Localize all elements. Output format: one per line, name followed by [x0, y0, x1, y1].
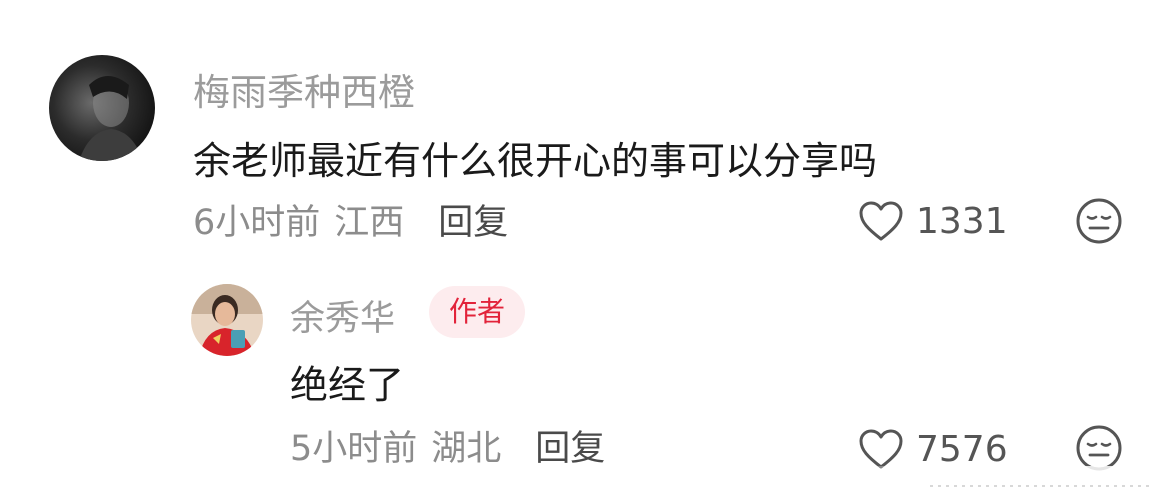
comment-text: 绝经了	[290, 363, 405, 407]
neutral-face-icon[interactable]	[1075, 424, 1123, 472]
avatar[interactable]	[191, 284, 263, 356]
comment-meta: 6小时前 江西 回复	[193, 194, 508, 245]
heart-outline-icon	[859, 201, 903, 241]
location: 湖北	[431, 428, 502, 469]
username[interactable]: 余秀华	[290, 290, 395, 341]
avatar-image	[49, 55, 155, 161]
like-count: 7576	[916, 428, 1008, 470]
comment-text: 余老师最近有什么很开心的事可以分享吗	[193, 139, 878, 183]
reply-button[interactable]: 回复	[438, 194, 508, 245]
like-button[interactable]: 7576	[858, 424, 1008, 474]
reply-button[interactable]: 回复	[535, 420, 605, 471]
avatar[interactable]	[49, 55, 155, 161]
location: 江西	[334, 202, 405, 243]
comment-meta: 5小时前 湖北 回复	[290, 420, 605, 471]
comment-thread: 梅雨季种西橙 余老师最近有什么很开心的事可以分享吗 6小时前 江西 回复 133…	[0, 0, 1170, 499]
timestamp: 6小时前	[193, 202, 321, 243]
timestamp: 5小时前	[290, 428, 418, 469]
heart-outline-icon	[859, 429, 903, 469]
avatar-image	[191, 284, 263, 356]
like-count: 1331	[916, 200, 1008, 242]
like-button[interactable]: 1331	[858, 196, 1008, 246]
neutral-face-icon[interactable]	[1075, 197, 1123, 245]
author-badge: 作者	[429, 286, 526, 338]
username[interactable]: 梅雨季种西橙	[193, 62, 415, 116]
